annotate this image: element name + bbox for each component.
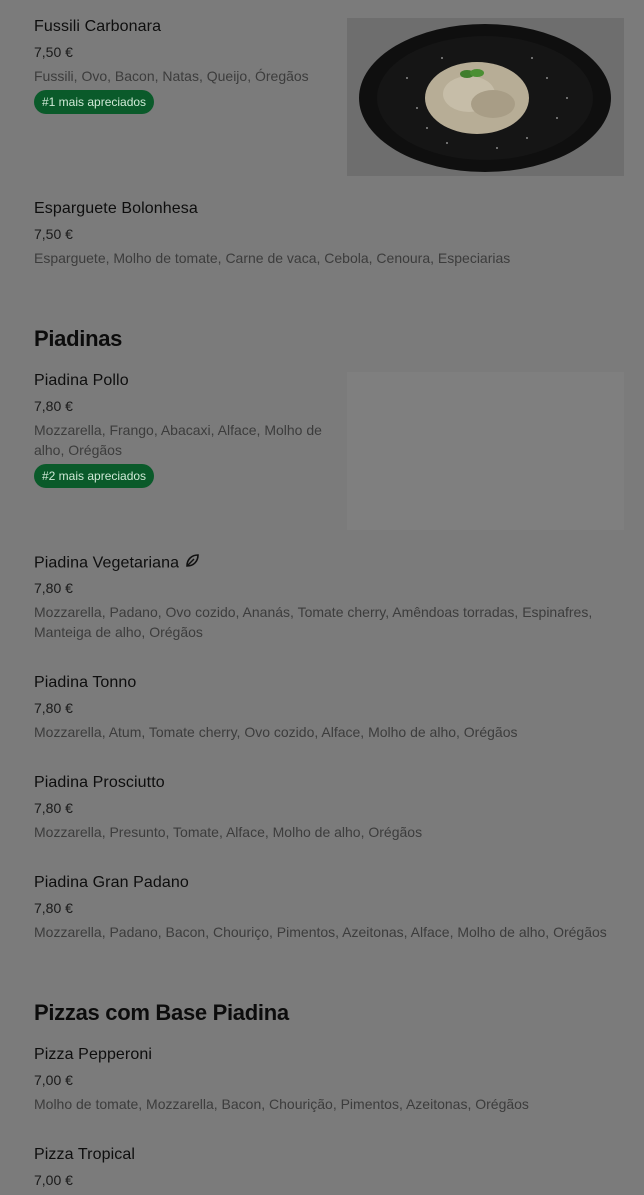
section-title-piadinas: Piadinas bbox=[34, 326, 123, 351]
dish-image bbox=[347, 18, 624, 176]
item-price: 7,80 € bbox=[34, 900, 73, 916]
item-name: Pizza Tropical bbox=[34, 1146, 135, 1163]
item-price: 7,80 € bbox=[34, 700, 73, 716]
popularity-badge: #1 mais apreciados bbox=[34, 90, 155, 114]
item-price: 7,80 € bbox=[34, 398, 73, 414]
menu-item-esparguete-bolonhesa[interactable]: Esparguete Bolonhesa 7,50 € Esparguete, … bbox=[0, 196, 644, 276]
item-name: Esparguete Bolonhesa bbox=[34, 200, 198, 217]
menu-item-piadina-prosciutto[interactable]: Piadina Prosciutto 7,80 € Mozzarella, Pr… bbox=[0, 772, 644, 852]
item-description: Mozzarella, Padano, Bacon, Chouriço, Pim… bbox=[34, 924, 607, 940]
item-name-row: Piadina Vegetariana bbox=[34, 554, 199, 573]
item-name: Fussili Carbonara bbox=[34, 18, 162, 35]
item-price: 7,00 € bbox=[34, 1072, 73, 1088]
item-price: 7,80 € bbox=[34, 580, 73, 596]
dish-image-placeholder bbox=[347, 372, 624, 530]
menu-item-pizza-pepperoni[interactable]: Pizza Pepperoni 7,00 € Molho de tomate, … bbox=[0, 1044, 644, 1124]
item-description: Mozzarella, Atum, Tomate cherry, Ovo coz… bbox=[34, 724, 518, 740]
item-price: 7,50 € bbox=[34, 226, 73, 242]
item-description: Molho de tomate, Mozzarella, Bacon, Chou… bbox=[34, 1096, 529, 1112]
item-name: Piadina Prosciutto bbox=[34, 774, 165, 791]
item-name: Pizza Pepperoni bbox=[34, 1046, 153, 1063]
item-description: Fussili, Ovo, Bacon, Natas, Queijo, Óreg… bbox=[34, 68, 309, 84]
menu-item-pizza-tropical[interactable]: Pizza Tropical 7,00 € bbox=[0, 1144, 644, 1195]
item-description: Esparguete, Molho de tomate, Carne de va… bbox=[34, 250, 511, 266]
item-description: Mozzarella, Padano, Ovo cozido, Ananás, … bbox=[34, 604, 593, 640]
item-description: Mozzarella, Presunto, Tomate, Alface, Mo… bbox=[34, 824, 423, 840]
item-name: Piadina Pollo bbox=[34, 372, 129, 389]
item-price: 7,00 € bbox=[34, 1172, 73, 1188]
item-name: Piadina Gran Padano bbox=[34, 874, 189, 891]
popularity-badge: #2 mais apreciados bbox=[34, 464, 155, 488]
menu-item-piadina-pollo[interactable]: Piadina Pollo 7,80 € Mozzarella, Frango,… bbox=[0, 370, 644, 536]
item-price: 7,50 € bbox=[34, 44, 73, 60]
section-title-pizzas-base-piadina: Pizzas com Base Piadina bbox=[34, 1000, 289, 1025]
menu-item-fussili-carbonara[interactable]: Fussili Carbonara 7,50 € Fussili, Ovo, B… bbox=[0, 0, 644, 190]
leaf-icon bbox=[185, 554, 199, 573]
menu-item-piadina-gran-padano[interactable]: Piadina Gran Padano 7,80 € Mozzarella, P… bbox=[0, 872, 644, 952]
item-price: 7,80 € bbox=[34, 800, 73, 816]
item-name: Piadina Vegetariana bbox=[34, 554, 180, 572]
menu-item-piadina-vegetariana[interactable]: Piadina Vegetariana 7,80 € Mozzarella, P… bbox=[0, 552, 644, 652]
item-name: Piadina Tonno bbox=[34, 674, 137, 691]
menu-item-piadina-tonno[interactable]: Piadina Tonno 7,80 € Mozzarella, Atum, T… bbox=[0, 672, 644, 752]
item-description: Mozzarella, Frango, Abacaxi, Alface, Mol… bbox=[34, 422, 322, 458]
